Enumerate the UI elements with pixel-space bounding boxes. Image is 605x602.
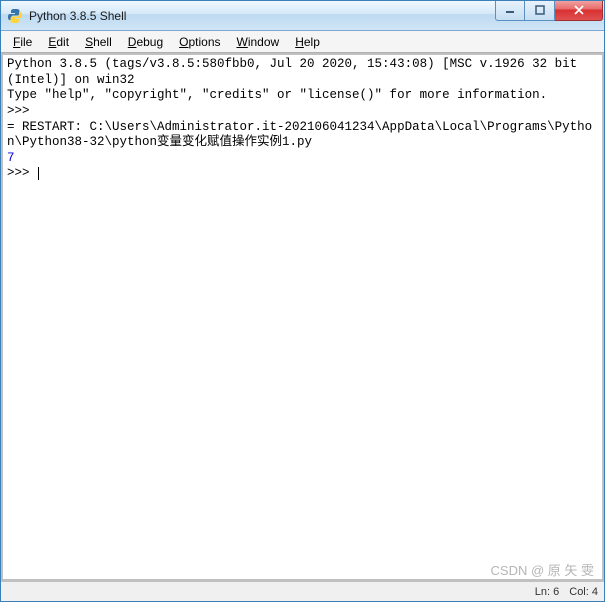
app-window: Python 3.8.5 Shell File Edit Shell Debug… (0, 0, 605, 602)
restart-line: = RESTART: C:\Users\Administrator.it-202… (7, 120, 592, 150)
close-button[interactable] (555, 1, 603, 21)
menu-debug[interactable]: Debug (120, 33, 171, 51)
minimize-button[interactable] (495, 1, 525, 21)
window-controls (495, 1, 603, 21)
menu-window[interactable]: Window (229, 33, 288, 51)
program-output: 7 (7, 151, 15, 165)
prompt: >>> (7, 166, 37, 180)
menu-options[interactable]: Options (171, 33, 228, 51)
menu-help[interactable]: Help (287, 33, 328, 51)
menu-file[interactable]: File (5, 33, 40, 51)
statusbar: Ln: 6 Col: 4 (1, 581, 604, 601)
shell-output[interactable]: Python 3.8.5 (tags/v3.8.5:580fbb0, Jul 2… (3, 55, 602, 579)
menubar: File Edit Shell Debug Options Window Hel… (1, 31, 604, 53)
prompt: >>> (7, 104, 37, 118)
banner-line: Python 3.8.5 (tags/v3.8.5:580fbb0, Jul 2… (7, 57, 585, 87)
menu-edit[interactable]: Edit (40, 33, 77, 51)
status-ln: Ln: 6 (535, 586, 559, 598)
content-area: Python 3.8.5 (tags/v3.8.5:580fbb0, Jul 2… (1, 53, 604, 581)
window-title: Python 3.8.5 Shell (29, 9, 495, 23)
maximize-button[interactable] (525, 1, 555, 21)
python-icon (7, 8, 23, 24)
banner-line: Type "help", "copyright", "credits" or "… (7, 88, 547, 102)
text-cursor (38, 167, 39, 180)
titlebar[interactable]: Python 3.8.5 Shell (1, 1, 604, 31)
menu-shell[interactable]: Shell (77, 33, 120, 51)
status-col: Col: 4 (569, 586, 598, 598)
